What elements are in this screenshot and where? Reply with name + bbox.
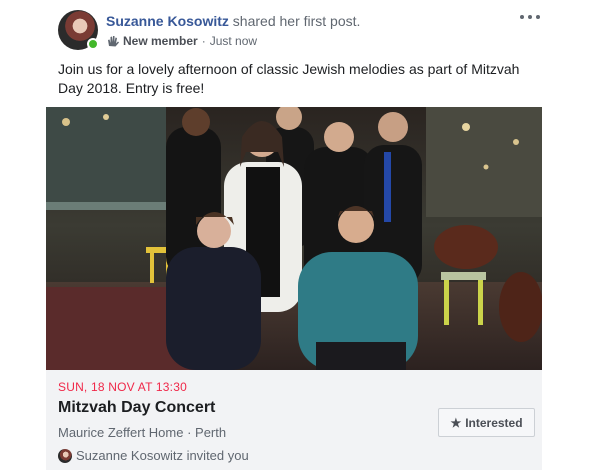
event-date: SUN, 18 NOV AT 13:30 <box>58 380 187 394</box>
post-timestamp[interactable]: Just now <box>210 34 257 48</box>
author-avatar[interactable] <box>58 10 99 50</box>
wave-icon <box>108 36 119 47</box>
meta-separator: · <box>201 34 206 48</box>
online-status-dot <box>87 38 99 50</box>
interested-button[interactable]: ★ Interested <box>438 408 535 437</box>
event-card[interactable]: SUN, 18 NOV AT 13:30 Mitzvah Day Concert… <box>46 107 542 470</box>
new-member-badge: New member <box>123 34 198 48</box>
star-icon: ★ <box>450 415 462 430</box>
event-info: SUN, 18 NOV AT 13:30 Mitzvah Day Concert… <box>46 370 542 470</box>
post-header-title: Suzanne Kosowitz shared her first post. <box>106 13 360 29</box>
post-meta: New member · Just now <box>106 34 257 48</box>
event-venue: Maurice Zeffert Home · Perth <box>58 425 227 440</box>
event-invite-text: Suzanne Kosowitz invited you <box>76 448 249 463</box>
post-action-text: shared her first post. <box>232 13 361 29</box>
event-title[interactable]: Mitzvah Day Concert <box>58 399 215 417</box>
interested-label: Interested <box>465 415 523 430</box>
event-photo-image <box>46 107 542 370</box>
post-header: Suzanne Kosowitz shared her first post. … <box>58 10 538 52</box>
post-text: Join us for a lovely afternoon of classi… <box>58 61 520 96</box>
event-invite: Suzanne Kosowitz invited you <box>58 448 249 463</box>
more-options-icon[interactable] <box>520 12 540 22</box>
event-photo[interactable] <box>46 107 542 370</box>
inviter-avatar <box>58 448 72 463</box>
author-name-link[interactable]: Suzanne Kosowitz <box>106 13 229 29</box>
